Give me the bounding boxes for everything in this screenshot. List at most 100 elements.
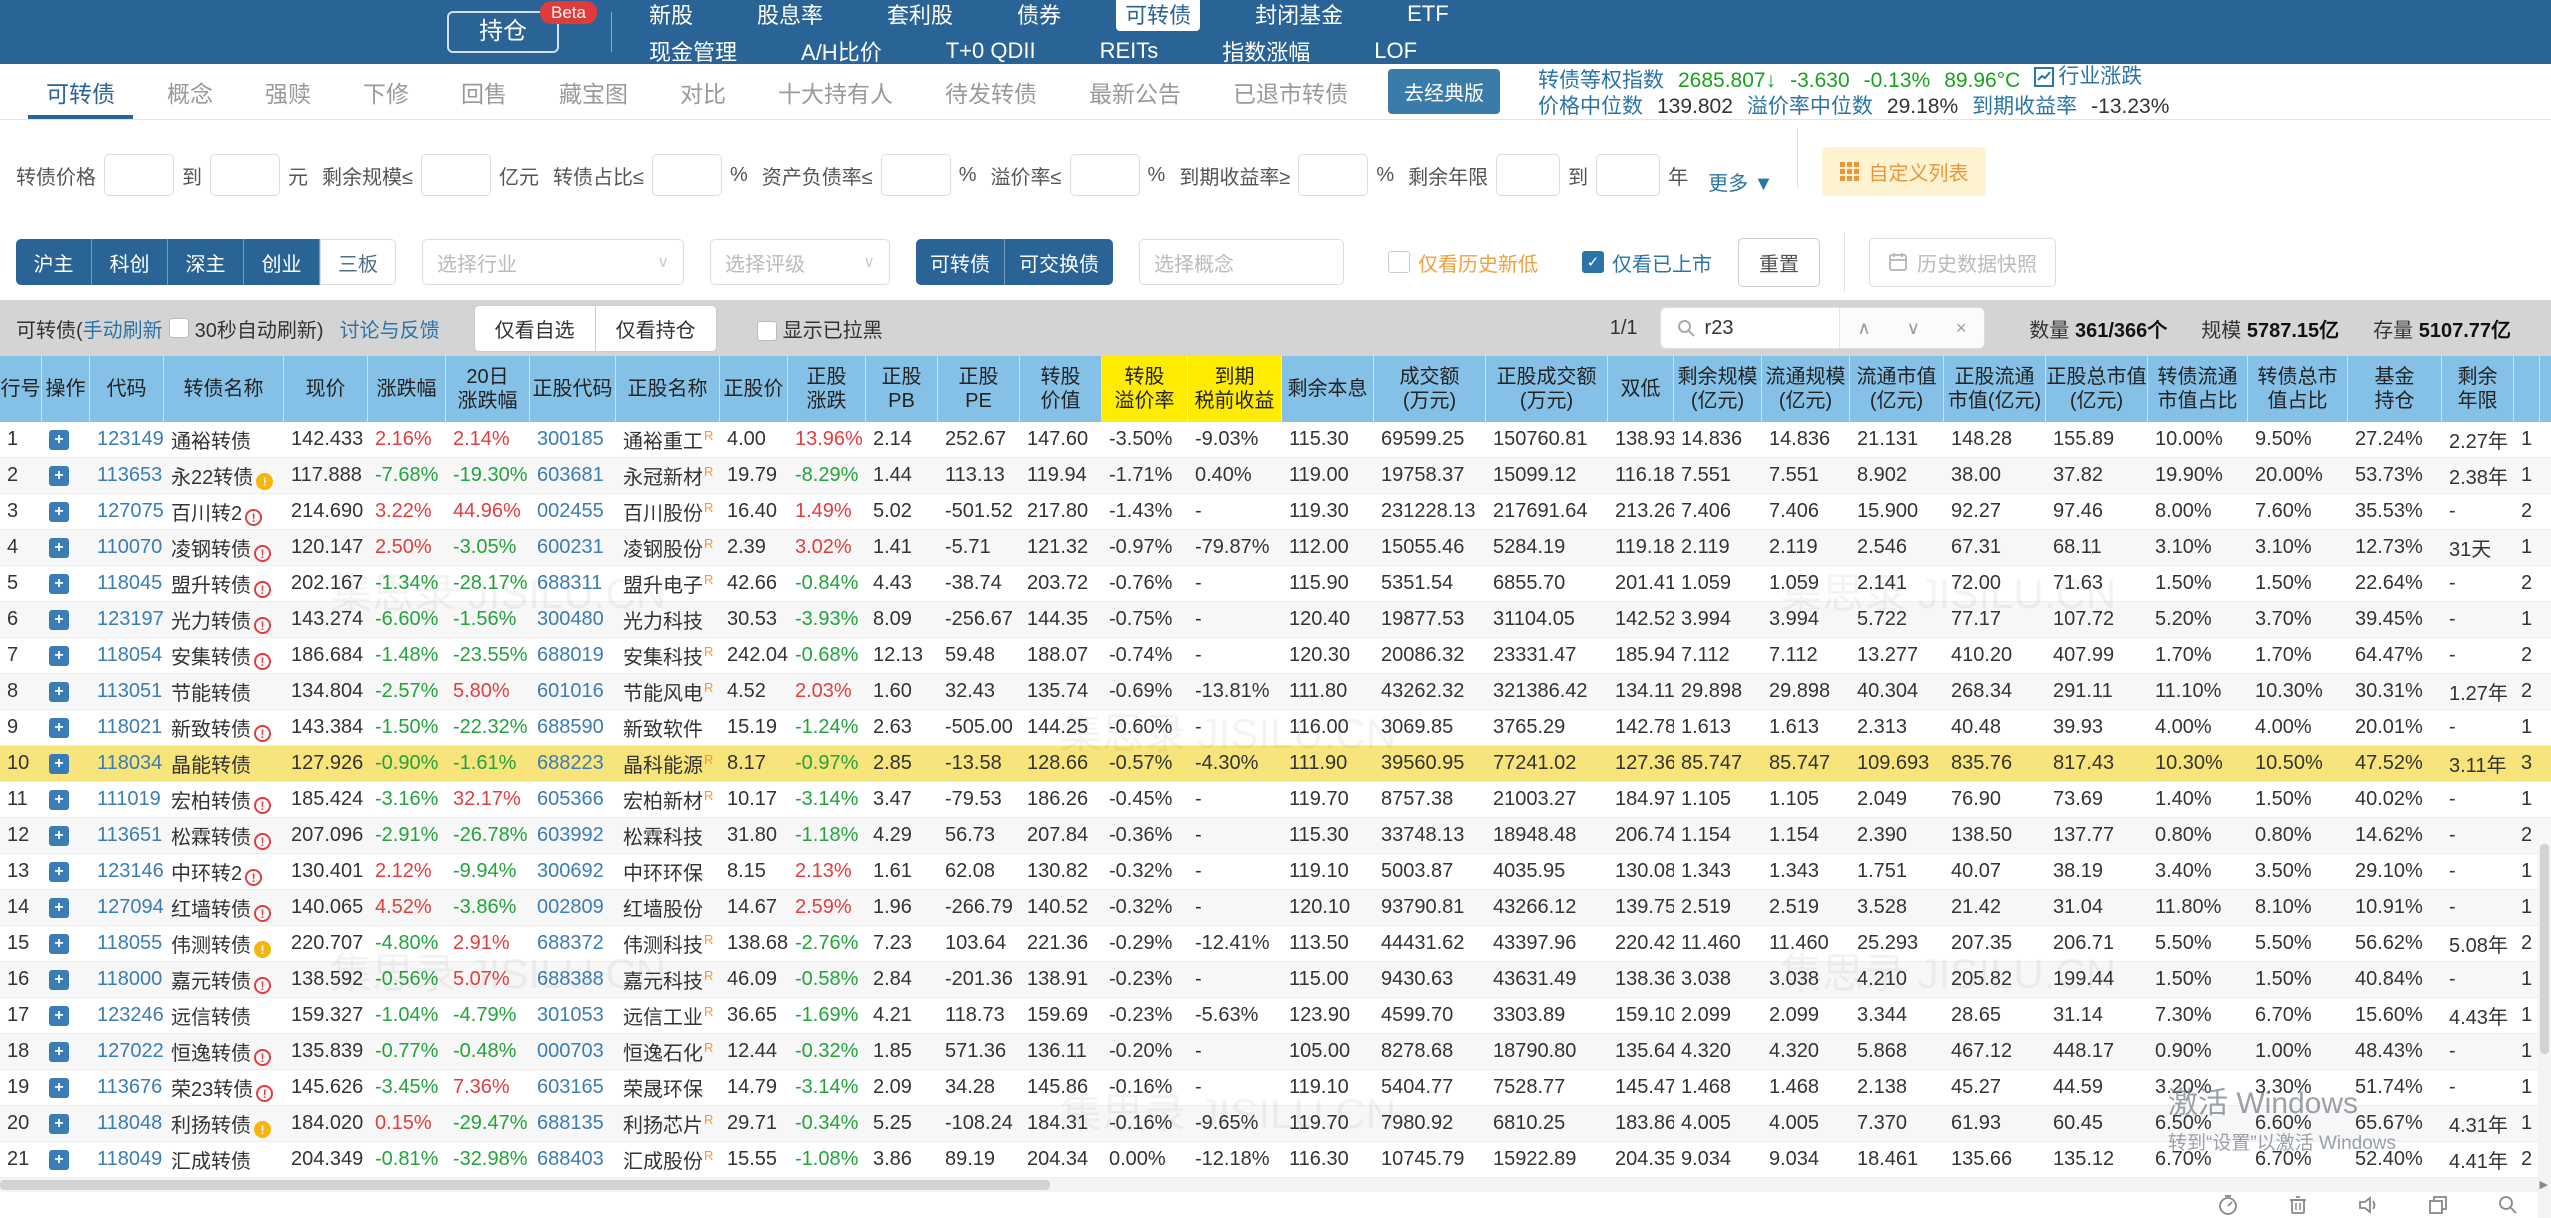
bond-ratio-input[interactable]	[652, 154, 722, 196]
cell-stock-code[interactable]: 000703	[530, 1040, 616, 1063]
column-header-成交额(万元)[interactable]: 成交额(万元)	[1374, 356, 1486, 422]
cell-bond-code[interactable]: 118034	[90, 752, 164, 775]
more-filters-link[interactable]: 更多 ▼	[1708, 167, 1773, 196]
watchlist-only-button[interactable]: 仅看自选	[474, 305, 595, 352]
history-low-checkbox[interactable]: 仅看历史新低	[1388, 248, 1538, 277]
column-header-转股溢价率[interactable]: 转股溢价率	[1102, 356, 1188, 422]
column-header-到期税前收益[interactable]: 到期税前收益	[1188, 356, 1282, 422]
add-to-watchlist-icon[interactable]: +	[49, 718, 69, 738]
market-button-深主[interactable]: 深主	[168, 239, 244, 285]
column-header-流通规模(亿元)[interactable]: 流通规模(亿元)	[1762, 356, 1850, 422]
nav-item-A/H比价[interactable]: A/H比价	[792, 34, 891, 68]
tab-可转债[interactable]: 可转债	[20, 64, 141, 119]
tab-十大持有人[interactable]: 十大持有人	[752, 64, 919, 119]
search-clear-button[interactable]: ×	[1938, 318, 1985, 339]
column-header-cut[interactable]	[2514, 356, 2540, 422]
cell-bond-code[interactable]: 127022	[90, 1040, 164, 1063]
cell-stock-code[interactable]: 688388	[530, 968, 616, 991]
table-row[interactable]: 6+123197光力转债!143.274-6.60%-1.56%300480光力…	[0, 602, 2551, 638]
nav-item-新股[interactable]: 新股	[640, 0, 702, 31]
cell-stock-code[interactable]: 688223	[530, 752, 616, 775]
bond-type-button-可转债[interactable]: 可转债	[916, 239, 1005, 285]
column-header-现价[interactable]: 现价	[284, 356, 368, 422]
add-to-watchlist-icon[interactable]: +	[49, 574, 69, 594]
rating-select[interactable]: 选择评级∨	[710, 239, 890, 285]
cell-bond-code[interactable]: 118049	[90, 1148, 164, 1171]
column-header-正股PB[interactable]: 正股PB	[866, 356, 938, 422]
add-to-watchlist-icon[interactable]: +	[49, 1078, 69, 1098]
cell-bond-code[interactable]: 118054	[90, 644, 164, 667]
cell-bond-code[interactable]: 113653	[90, 464, 164, 487]
cell-stock-code[interactable]: 688311	[530, 572, 616, 595]
debt-ratio-input[interactable]	[881, 154, 951, 196]
column-header-正股流通市值(亿元)[interactable]: 正股流通市值(亿元)	[1944, 356, 2046, 422]
column-header-正股名称[interactable]: 正股名称	[616, 356, 720, 422]
cell-bond-code[interactable]: 113676	[90, 1076, 164, 1099]
add-to-watchlist-icon[interactable]: +	[49, 646, 69, 666]
column-header-涨跌幅[interactable]: 涨跌幅	[368, 356, 446, 422]
price-max-input[interactable]	[210, 154, 280, 196]
industry-change-link[interactable]: 行业涨跌	[2034, 64, 2142, 90]
horizontal-scrollbar[interactable]: ▶	[0, 1178, 2551, 1192]
classic-version-button[interactable]: 去经典版	[1388, 69, 1500, 114]
trash-icon[interactable]	[2287, 1194, 2309, 1216]
bond-type-button-可交换债[interactable]: 可交换债	[1005, 239, 1113, 285]
add-to-watchlist-icon[interactable]: +	[49, 502, 69, 522]
nav-item-LOF[interactable]: LOF	[1365, 37, 1426, 65]
table-row[interactable]: 11+111019宏柏转债!185.424-3.16%32.17%605366宏…	[0, 782, 2551, 818]
add-to-watchlist-icon[interactable]: +	[49, 826, 69, 846]
windows-icon[interactable]	[2427, 1194, 2449, 1216]
cell-bond-code[interactable]: 118000	[90, 968, 164, 991]
table-row[interactable]: 8+113051节能转债134.804-2.57%5.80%601016节能风电…	[0, 674, 2551, 710]
cell-bond-code[interactable]: 123149	[90, 428, 164, 451]
column-header-操作[interactable]: 操作	[42, 356, 90, 422]
cell-bond-code[interactable]: 118045	[90, 572, 164, 595]
cell-stock-code[interactable]: 603992	[530, 824, 616, 847]
years-min-input[interactable]	[1496, 154, 1560, 196]
tab-强赎[interactable]: 强赎	[239, 64, 337, 119]
manual-refresh-link[interactable]: 手动刷新	[83, 314, 163, 343]
price-min-input[interactable]	[104, 154, 174, 196]
cell-stock-code[interactable]: 301053	[530, 1004, 616, 1027]
cell-bond-code[interactable]: 118055	[90, 932, 164, 955]
add-to-watchlist-icon[interactable]: +	[49, 934, 69, 954]
table-row[interactable]: 4+110070凌钢转债!120.1472.50%-3.05%600231凌钢股…	[0, 530, 2551, 566]
auto-refresh-checkbox[interactable]	[169, 318, 189, 338]
tab-已退市转债[interactable]: 已退市转债	[1207, 64, 1374, 119]
nav-item-债券[interactable]: 债券	[1008, 0, 1070, 31]
add-to-watchlist-icon[interactable]: +	[49, 1042, 69, 1062]
table-row[interactable]: 13+123146中环转2!130.4012.12%-9.94%300692中环…	[0, 854, 2551, 890]
add-to-watchlist-icon[interactable]: +	[49, 970, 69, 990]
column-header-行号[interactable]: 行号	[0, 356, 42, 422]
nav-item-可转债[interactable]: 可转债	[1116, 0, 1200, 31]
column-header-转股价值[interactable]: 转股价值	[1020, 356, 1102, 422]
cell-stock-code[interactable]: 688403	[530, 1148, 616, 1171]
table-row[interactable]: 10+118034晶能转债127.926-0.90%-1.61%688223晶科…	[0, 746, 2551, 782]
cell-stock-code[interactable]: 601016	[530, 680, 616, 703]
cell-stock-code[interactable]: 300480	[530, 608, 616, 631]
column-header-正股代码[interactable]: 正股代码	[530, 356, 616, 422]
market-button-科创[interactable]: 科创	[92, 239, 168, 285]
vertical-scrollbar[interactable]: ▼	[2538, 844, 2551, 1218]
table-row[interactable]: 9+118021新致转债!143.384-1.50%-22.32%688590新…	[0, 710, 2551, 746]
holdings-button[interactable]: 持仓 Beta	[447, 11, 559, 53]
tab-对比[interactable]: 对比	[654, 64, 752, 119]
cell-stock-code[interactable]: 300692	[530, 860, 616, 883]
years-max-input[interactable]	[1596, 154, 1660, 196]
market-button-沪主[interactable]: 沪主	[16, 239, 92, 285]
table-row[interactable]: 7+118054安集转债!186.684-1.48%-23.55%688019安…	[0, 638, 2551, 674]
nav-item-封闭基金[interactable]: 封闭基金	[1246, 0, 1352, 31]
table-row[interactable]: 14+127094红墙转债!140.0654.52%-3.86%002809红墙…	[0, 890, 2551, 926]
cell-stock-code[interactable]: 300185	[530, 428, 616, 451]
show-blacklisted-checkbox[interactable]: 显示已拉黑	[751, 314, 883, 343]
nav-item-指数涨幅[interactable]: 指数涨幅	[1213, 34, 1319, 68]
custom-list-button[interactable]: 自定义列表	[1822, 147, 1986, 196]
search-next-button[interactable]: ∨	[1889, 318, 1938, 339]
column-header-流通市值(亿元)[interactable]: 流通市值(亿元)	[1850, 356, 1944, 422]
add-to-watchlist-icon[interactable]: +	[49, 610, 69, 630]
add-to-watchlist-icon[interactable]: +	[49, 862, 69, 882]
cell-stock-code[interactable]: 688135	[530, 1112, 616, 1135]
cell-stock-code[interactable]: 605366	[530, 788, 616, 811]
add-to-watchlist-icon[interactable]: +	[49, 682, 69, 702]
table-row[interactable]: 19+113676荣23转债!145.626-3.45%7.36%603165荣…	[0, 1070, 2551, 1106]
